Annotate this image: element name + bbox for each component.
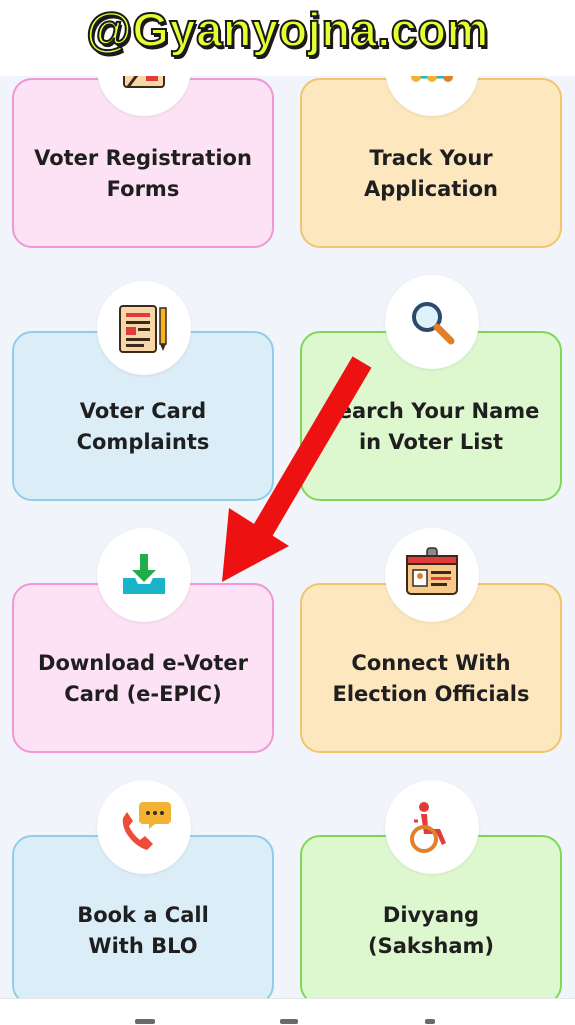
nav-icon-stub[interactable] <box>135 1019 155 1024</box>
red-arrow-annotation <box>222 356 372 582</box>
nav-icon-stub[interactable] <box>425 1019 435 1024</box>
nav-icon-stub[interactable] <box>280 1019 298 1024</box>
